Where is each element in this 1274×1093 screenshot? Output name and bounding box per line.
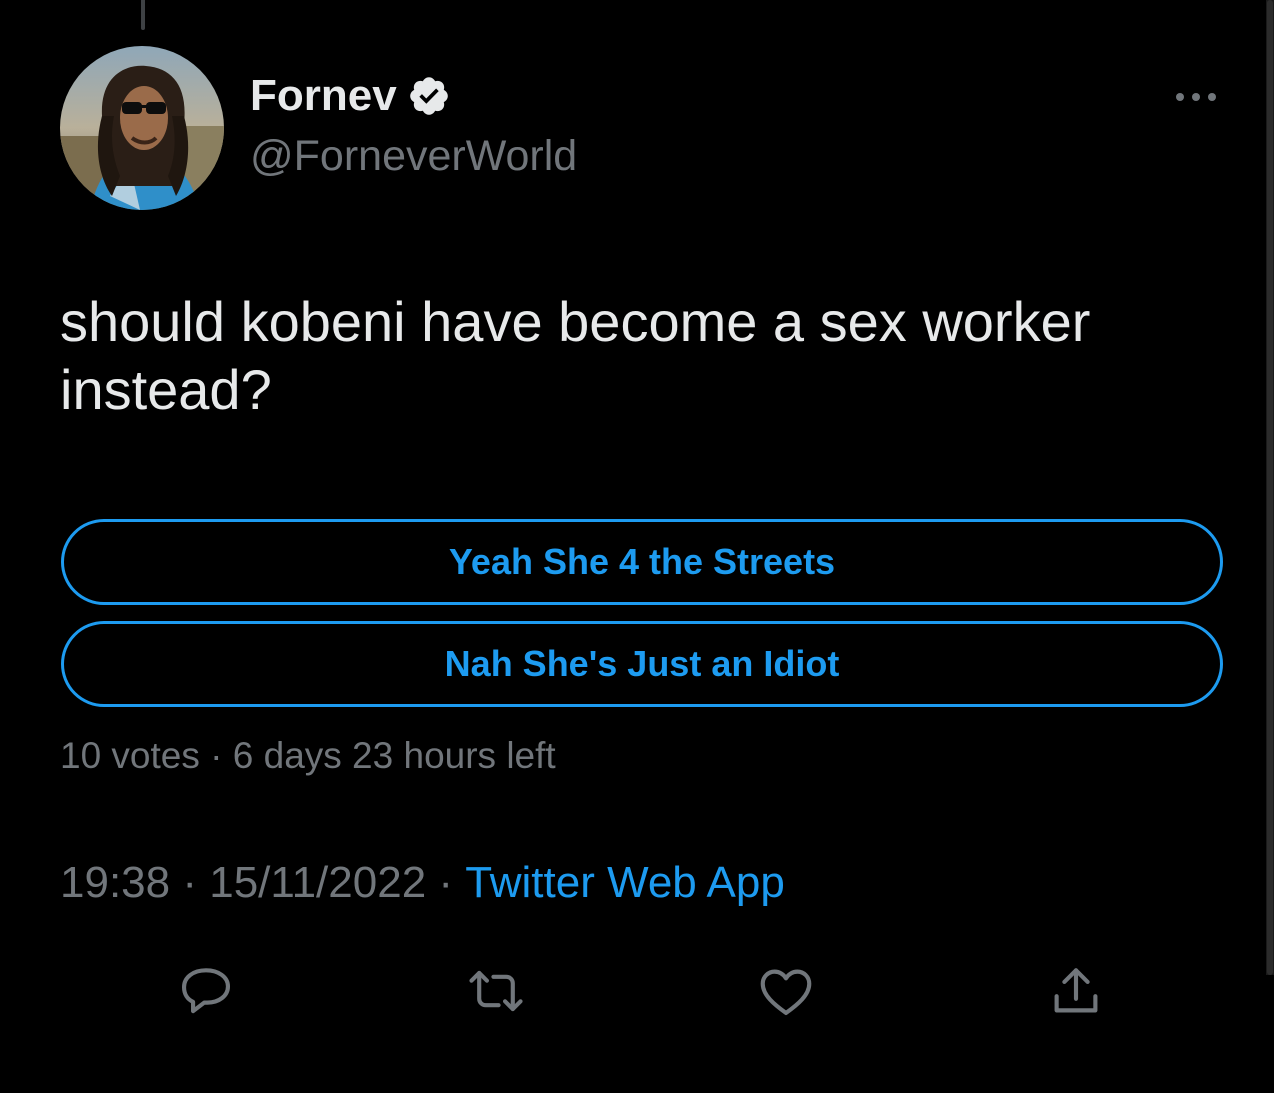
poll-time-left: 6 days 23 hours left	[232, 735, 556, 776]
display-name[interactable]: Fornev	[250, 71, 397, 121]
share-icon[interactable]	[1045, 960, 1107, 1022]
scrollbar[interactable]	[1266, 0, 1274, 975]
timestamp-separator: ·	[170, 858, 210, 907]
tweet-text: should kobeni have become a sex worker i…	[60, 290, 1091, 421]
avatar-image	[60, 46, 224, 210]
tweet-timestamp-row: 19:38 · 15/11/2022 · Twitter Web App	[60, 858, 785, 908]
user-handle[interactable]: @ForneverWorld	[250, 132, 577, 181]
poll-option-2[interactable]: Nah She's Just an Idiot	[61, 621, 1223, 707]
poll-vote-count: 10 votes	[60, 735, 200, 776]
avatar[interactable]	[60, 46, 224, 210]
heart-icon[interactable]	[755, 960, 817, 1022]
retweet-icon[interactable]	[465, 960, 527, 1022]
tweet-date[interactable]: 15/11/2022	[209, 858, 426, 908]
verified-badge-icon	[409, 77, 448, 115]
poll-meta: 10 votes · 6 days 23 hours left	[60, 735, 556, 777]
tweet-time[interactable]: 19:38	[60, 858, 170, 908]
more-options-icon[interactable]	[1170, 82, 1222, 112]
poll-meta-separator: ·	[199, 735, 233, 776]
tweet-actions-bar	[0, 960, 1274, 1030]
thread-connector-line	[141, 0, 145, 30]
poll-option-1[interactable]: Yeah She 4 the Streets	[61, 519, 1223, 605]
timestamp-separator: ·	[426, 858, 466, 907]
reply-icon[interactable]	[175, 960, 237, 1022]
tweet-source-link[interactable]: Twitter Web App	[465, 858, 785, 908]
scrollbar-thumb[interactable]	[1267, 0, 1273, 975]
